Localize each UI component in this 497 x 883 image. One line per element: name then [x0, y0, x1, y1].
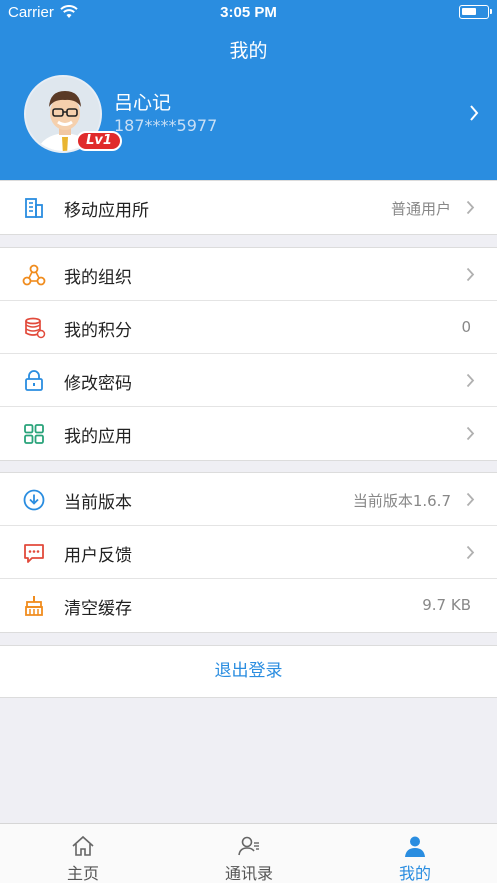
user-name: 吕心记	[114, 92, 172, 114]
tab-bar: 主页 通讯录 我的	[0, 823, 497, 883]
settings-group-personal: 我的组织 我的积分 0 修改密码 我的应用	[0, 247, 497, 461]
building-icon	[25, 198, 43, 218]
chevron-right-icon	[466, 545, 475, 560]
user-phone: 187****5977	[114, 116, 218, 135]
tab-label: 主页	[66, 864, 99, 883]
menu-row-label: 我的组织	[64, 268, 132, 288]
chevron-right-icon	[466, 200, 475, 215]
cache-size-value: 9.7 KB	[422, 596, 471, 614]
menu-row-label: 我的积分	[64, 321, 132, 341]
chevron-right-icon	[466, 426, 475, 441]
user-type-value: 普通用户	[390, 200, 451, 218]
feedback-icon	[24, 544, 44, 563]
chevron-right-icon	[466, 267, 475, 282]
menu-row-app-institute[interactable]: 移动应用所 普通用户	[0, 181, 497, 234]
profile-header: Carrier 3:05 PM 我的 Lv1 吕心记 187****5977	[0, 0, 497, 180]
battery-icon	[459, 5, 492, 19]
logout-button[interactable]: 退出登录	[0, 645, 497, 698]
contacts-icon	[238, 836, 259, 856]
menu-row-user-feedback[interactable]: 用户反馈	[0, 526, 497, 579]
menu-row-label: 修改密码	[64, 374, 132, 394]
status-time: 3:05 PM	[220, 4, 277, 21]
tab-label: 我的	[398, 864, 431, 883]
tab-contacts[interactable]: 通讯录	[166, 824, 332, 883]
settings-group-account: 移动应用所 普通用户	[0, 180, 497, 235]
home-icon	[72, 835, 94, 856]
tab-mine[interactable]: 我的	[332, 824, 497, 883]
menu-row-label: 我的应用	[64, 427, 132, 447]
menu-row-label: 移动应用所	[64, 201, 149, 221]
menu-row-my-apps[interactable]: 我的应用	[0, 407, 497, 460]
menu-row-label: 用户反馈	[64, 546, 132, 566]
menu-row-my-organization[interactable]: 我的组织	[0, 248, 497, 301]
menu-row-label: 清空缓存	[64, 599, 132, 619]
page-title: 我的	[229, 40, 268, 62]
menu-row-current-version[interactable]: 当前版本 当前版本1.6.7	[0, 473, 497, 526]
lock-icon	[25, 370, 43, 391]
organization-icon	[22, 264, 46, 286]
status-bar: Carrier 3:05 PM	[0, 0, 497, 26]
apps-grid-icon	[24, 424, 44, 444]
menu-row-clear-cache[interactable]: 清空缓存 9.7 KB	[0, 579, 497, 632]
menu-row-label: 当前版本	[64, 493, 132, 513]
download-icon	[23, 489, 45, 511]
menu-row-my-points[interactable]: 我的积分 0	[0, 301, 497, 354]
tab-home[interactable]: 主页	[0, 824, 166, 883]
settings-group-app: 当前版本 当前版本1.6.7 用户反馈 清空缓存 9.7 KB	[0, 472, 497, 633]
points-icon	[25, 317, 46, 339]
points-value: 0	[461, 318, 471, 336]
tab-label: 通讯录	[224, 864, 273, 883]
broom-icon	[25, 596, 43, 616]
chevron-right-icon[interactable]	[469, 104, 479, 122]
chevron-right-icon	[466, 373, 475, 388]
version-value: 当前版本1.6.7	[352, 492, 451, 510]
person-icon	[405, 836, 425, 857]
chevron-right-icon	[466, 492, 475, 507]
menu-row-change-password[interactable]: 修改密码	[0, 354, 497, 407]
